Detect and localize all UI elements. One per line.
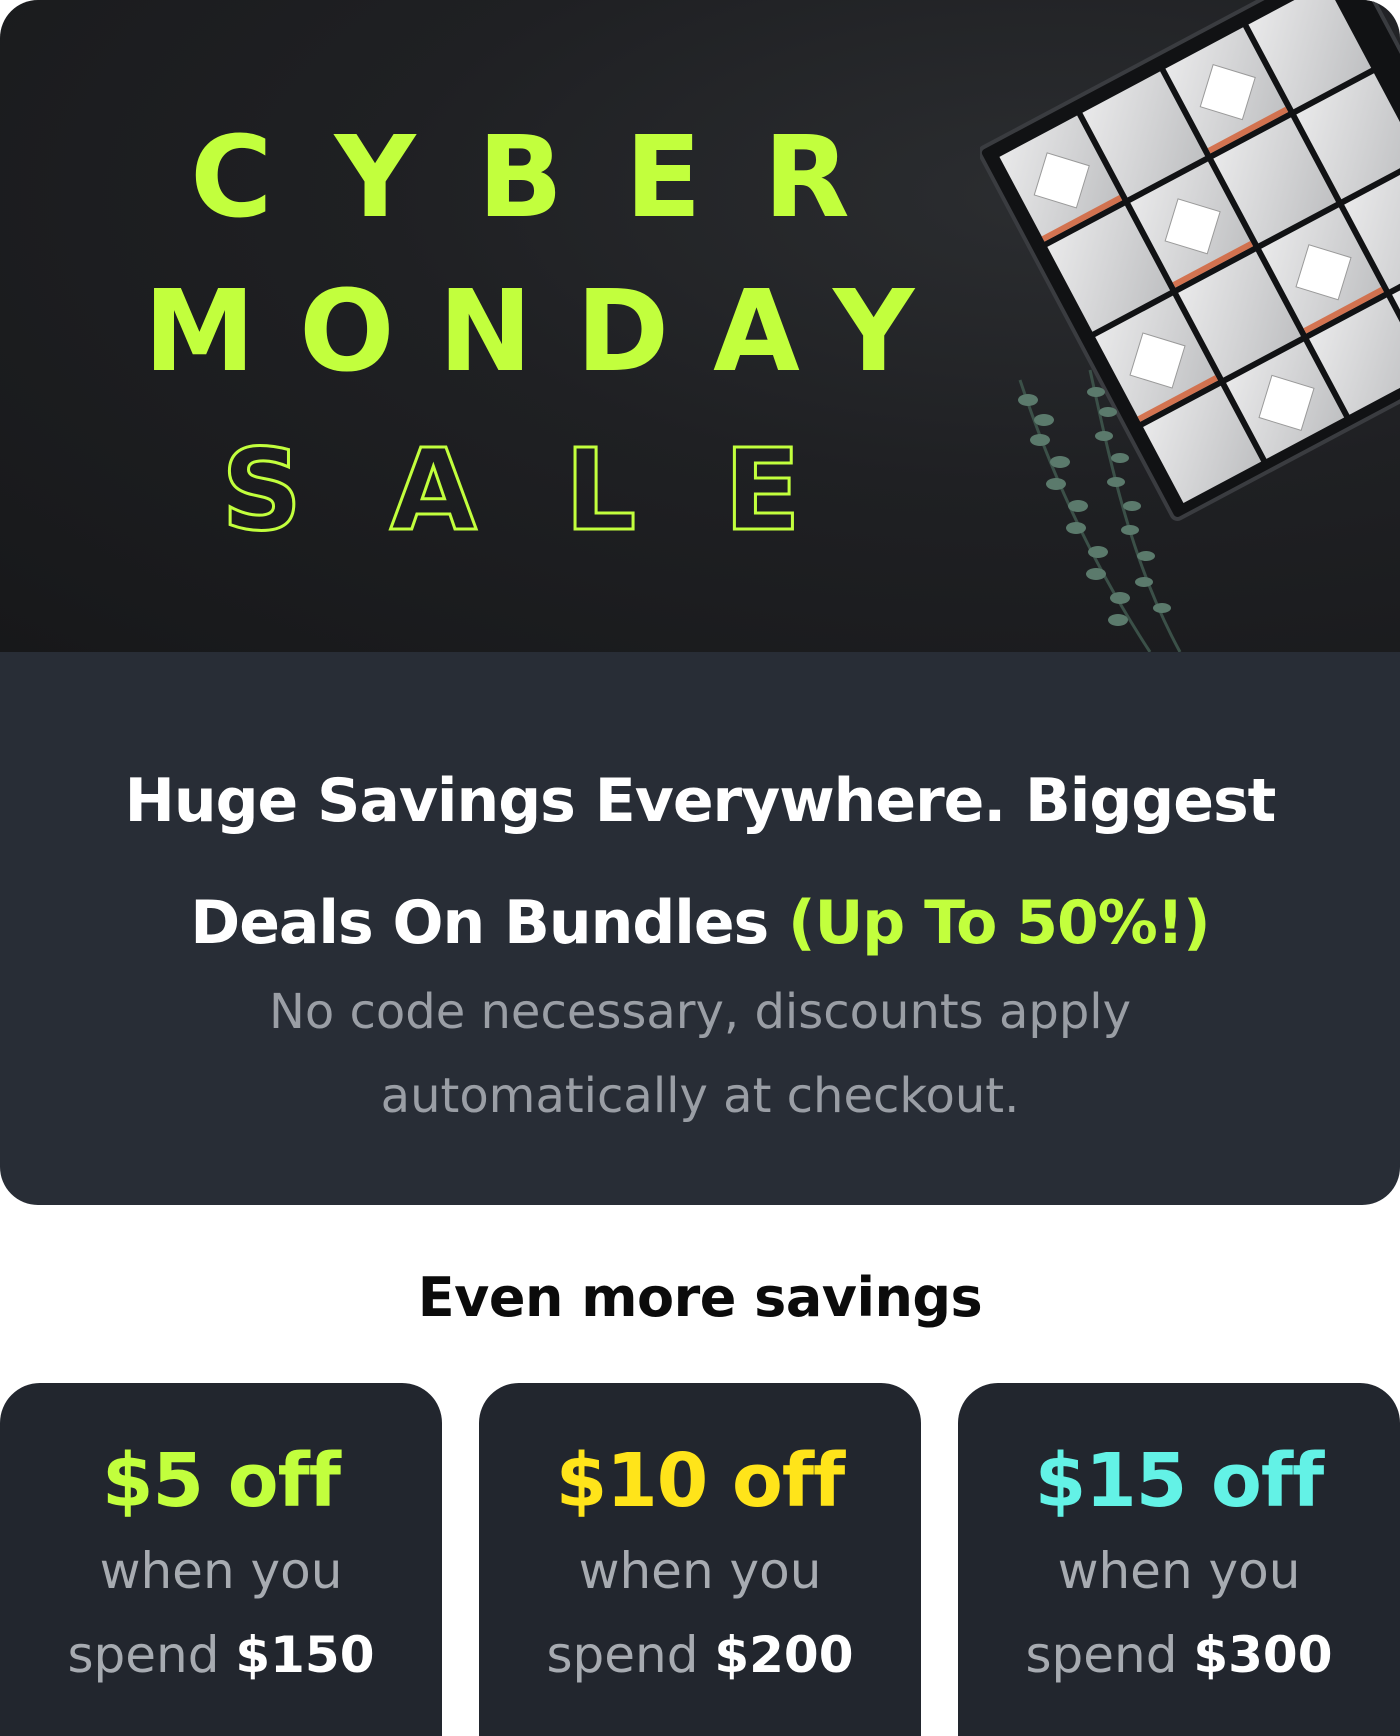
tier-spend-prefix: spend	[67, 1626, 236, 1684]
hero-title-graphic: CYBER MONDAY SALE	[144, 113, 958, 558]
savings-tier-card: $10 off when you spend $200	[479, 1383, 921, 1736]
hero-title: CYBER MONDAY SALE	[0, 0, 1000, 652]
hero-banner: CYBER MONDAY SALE	[0, 0, 1400, 652]
tier-condition-line1: when you	[578, 1542, 822, 1600]
tier-spend-amount: $200	[714, 1626, 854, 1684]
savings-tier-card: $15 off when you spend $300	[958, 1383, 1400, 1736]
promo-info-panel: Huge Savings Everywhere. Biggest Deals O…	[0, 652, 1400, 1205]
tier-spend-prefix: spend	[546, 1626, 715, 1684]
tier-spend-amount: $300	[1193, 1626, 1333, 1684]
product-photo	[977, 0, 1400, 652]
promo-headline: Huge Savings Everywhere. Biggest Deals O…	[60, 740, 1340, 984]
tier-condition-line2: spend $150	[0, 1615, 442, 1695]
tier-discount-amount: $15 off	[1034, 1438, 1324, 1524]
tier-condition-line1: when you	[1057, 1542, 1301, 1600]
savings-section-title: Even more savings	[417, 1266, 983, 1329]
tier-condition-line2: spend $300	[958, 1615, 1400, 1695]
savings-tier-card: $5 off when you spend $150	[0, 1383, 442, 1736]
hero-line-sale: SALE	[221, 426, 888, 556]
tier-discount-amount: $10 off	[555, 1438, 845, 1524]
hero-line-monday: MONDAY	[144, 267, 958, 397]
tier-discount-amount: $5 off	[102, 1438, 341, 1524]
hero-line-cyber: CYBER	[190, 113, 911, 243]
promo-headline-accent: (Up To 50%!)	[788, 888, 1210, 958]
promo-subtext: No code necessary, discounts apply autom…	[268, 984, 1132, 1124]
tier-spend-amount: $150	[235, 1626, 375, 1684]
tier-condition-line2: spend $200	[479, 1615, 921, 1695]
tier-spend-prefix: spend	[1025, 1626, 1194, 1684]
tier-condition-line1: when you	[99, 1542, 343, 1600]
